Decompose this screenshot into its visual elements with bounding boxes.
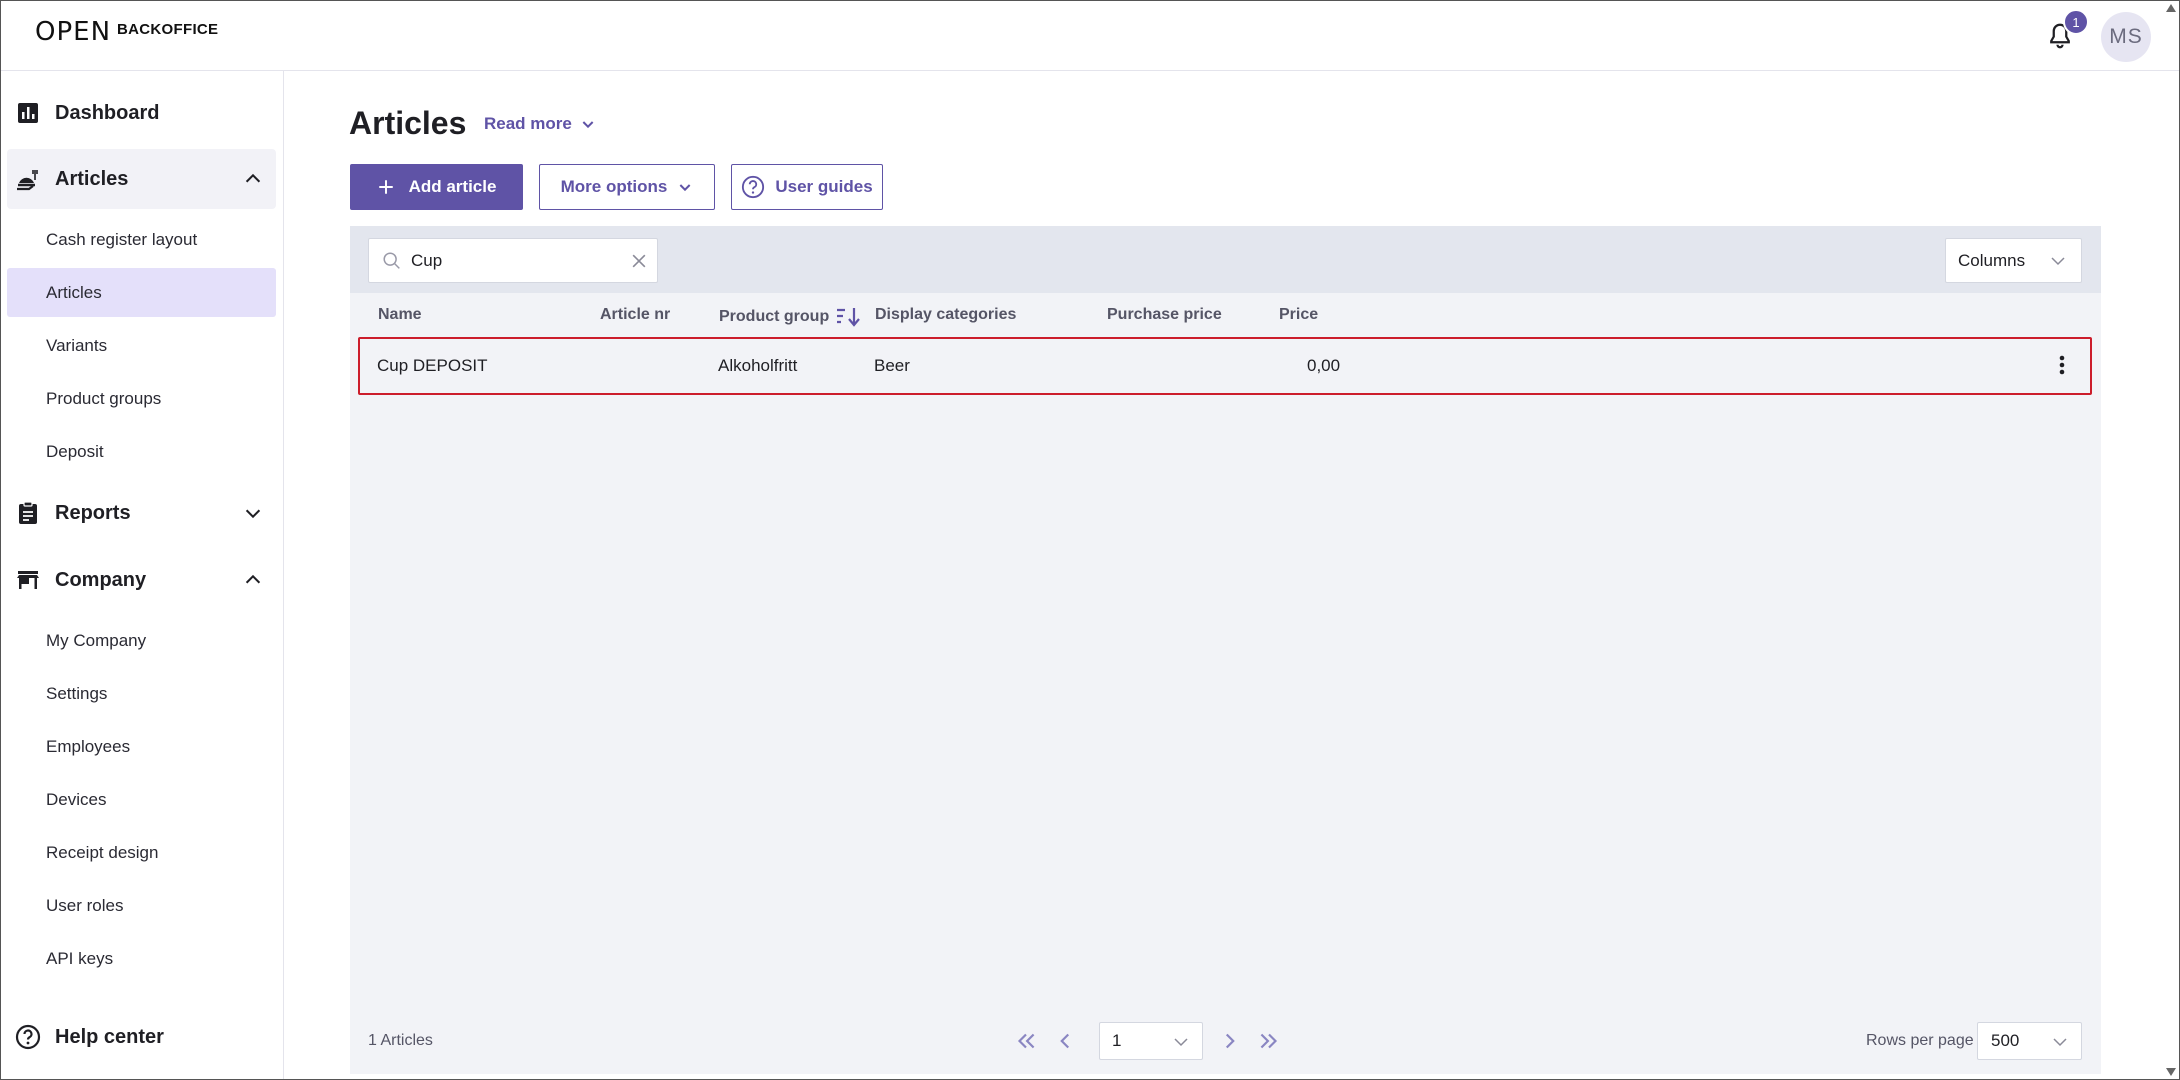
rows-per-page-label: Rows per page [1866, 1032, 1974, 1049]
column-header-label: Name [378, 306, 422, 323]
sidebar-item-my-company[interactable]: My Company [7, 616, 276, 665]
logo-text: BACKOFFICE [117, 21, 219, 38]
sidebar-group-reports[interactable]: Reports [7, 483, 276, 543]
sidebar-item-user-roles[interactable]: User roles [7, 881, 276, 930]
sidebar-item-deposit[interactable]: Deposit [7, 427, 276, 476]
chevron-down-icon [1174, 1038, 1188, 1047]
sidebar-item-dashboard[interactable]: Dashboard [7, 83, 276, 143]
close-icon[interactable] [629, 251, 649, 271]
help-circle-icon [742, 175, 765, 199]
sidebar-item-articles[interactable]: Articles [7, 268, 276, 317]
scroll-down-arrow[interactable] [2165, 1067, 2177, 1077]
sidebar-item-api-keys[interactable]: API keys [7, 934, 276, 983]
chevron-down-icon [679, 184, 691, 192]
read-more-link[interactable]: Read more [484, 114, 596, 134]
columns-dropdown[interactable]: Columns [1945, 238, 2082, 283]
page-title: Articles [349, 105, 467, 141]
table-row[interactable]: Cup DEPOSIT Alkoholfritt Beer 0,00 [358, 337, 2092, 395]
add-article-label: Add article [408, 177, 497, 196]
cell-display-categories: Beer [874, 356, 910, 375]
clipboard-icon [15, 500, 41, 526]
more-options-button[interactable]: More options [539, 164, 715, 210]
sidebar-item-receipt-design[interactable]: Receipt design [7, 828, 276, 877]
sidebar-item-label: Help center [55, 1025, 164, 1048]
read-more-label: Read more [484, 114, 572, 133]
article-count: 1 Articles [368, 1032, 433, 1049]
help-circle-icon [15, 1024, 41, 1050]
search-box [368, 238, 658, 283]
sidebar-group-articles[interactable]: Articles [7, 149, 276, 209]
sidebar-item-variants[interactable]: Variants [7, 321, 276, 370]
column-header-label: Price [1279, 306, 1319, 323]
sidebar-group-company[interactable]: Company [7, 550, 276, 610]
cell-price: 0,00 [1307, 356, 1341, 375]
rows-per-page-value: 500 [1991, 1031, 2020, 1050]
store-icon [15, 567, 41, 593]
sidebar-item-label: Dashboard [55, 101, 160, 124]
scroll-up-arrow[interactable] [2165, 3, 2177, 13]
food-service-icon [15, 166, 41, 192]
sidebar-group-label: Articles [55, 167, 129, 190]
column-header-name[interactable]: Name [378, 306, 422, 324]
add-article-button[interactable]: Add article [350, 164, 523, 210]
cell-product-group: Alkoholfritt [718, 356, 798, 375]
table-header: Name Article nr Product group Display ca… [350, 293, 2101, 337]
logo-mark: OPEN [35, 17, 112, 47]
chevron-up-icon [245, 574, 261, 584]
first-page-icon[interactable] [1013, 1028, 1039, 1054]
column-header-purchase-price[interactable]: Purchase price [1107, 306, 1222, 324]
column-header-label: Purchase price [1107, 306, 1222, 323]
plus-icon [378, 180, 393, 194]
articles-table: Columns Name Article nr Product group Di… [350, 226, 2101, 1074]
chevron-down-icon [582, 121, 594, 129]
page-number-dropdown[interactable]: 1 [1099, 1022, 1203, 1060]
more-options-label: More options [560, 177, 668, 196]
column-header-display-categories[interactable]: Display categories [875, 306, 1016, 324]
user-guides-button[interactable]: User guides [731, 164, 883, 210]
more-vertical-icon[interactable] [2050, 353, 2074, 377]
sidebar-group-label: Reports [55, 501, 131, 524]
chevron-down-icon [2051, 257, 2065, 266]
column-header-label: Product group [719, 308, 830, 325]
user-guides-label: User guides [775, 177, 873, 196]
avatar[interactable]: MS [2101, 12, 2151, 62]
app-logo[interactable]: OPEN BACKOFFICE [35, 19, 218, 45]
sidebar: Dashboard Articles Cash register layout … [1, 71, 284, 1079]
cell-name: Cup DEPOSIT [377, 356, 488, 375]
sidebar-item-devices[interactable]: Devices [7, 775, 276, 824]
column-header-price[interactable]: Price [1279, 306, 1318, 324]
sort-descending-icon [837, 308, 861, 327]
last-page-icon[interactable] [1256, 1028, 1282, 1054]
top-bar: OPEN BACKOFFICE 1 MS [1, 1, 2179, 71]
chevron-down-icon [245, 509, 261, 519]
search-icon [383, 251, 400, 269]
columns-label: Columns [1958, 250, 2026, 270]
sidebar-item-product-groups[interactable]: Product groups [7, 374, 276, 423]
next-page-icon[interactable] [1217, 1028, 1243, 1054]
sidebar-group-label: Company [55, 568, 147, 591]
column-header-label: Display categories [875, 306, 1017, 323]
chevron-down-icon [2053, 1038, 2067, 1047]
column-header-article-nr[interactable]: Article nr [600, 306, 670, 324]
sidebar-item-help-center[interactable]: Help center [7, 1007, 276, 1067]
sidebar-item-cash-register-layout[interactable]: Cash register layout [7, 215, 276, 264]
column-header-product-group[interactable]: Product group [719, 306, 861, 328]
search-input[interactable] [411, 250, 621, 271]
previous-page-icon[interactable] [1052, 1028, 1078, 1054]
rows-per-page-dropdown[interactable]: 500 [1977, 1022, 2082, 1060]
bar-chart-icon [15, 100, 41, 126]
current-page: 1 [1112, 1031, 1122, 1050]
notification-badge: 1 [2063, 9, 2089, 35]
table-toolbar: Columns [350, 226, 2101, 293]
column-header-label: Article nr [600, 306, 671, 323]
sidebar-item-settings[interactable]: Settings [7, 669, 276, 718]
chevron-up-icon [245, 173, 261, 183]
sidebar-item-employees[interactable]: Employees [7, 722, 276, 771]
